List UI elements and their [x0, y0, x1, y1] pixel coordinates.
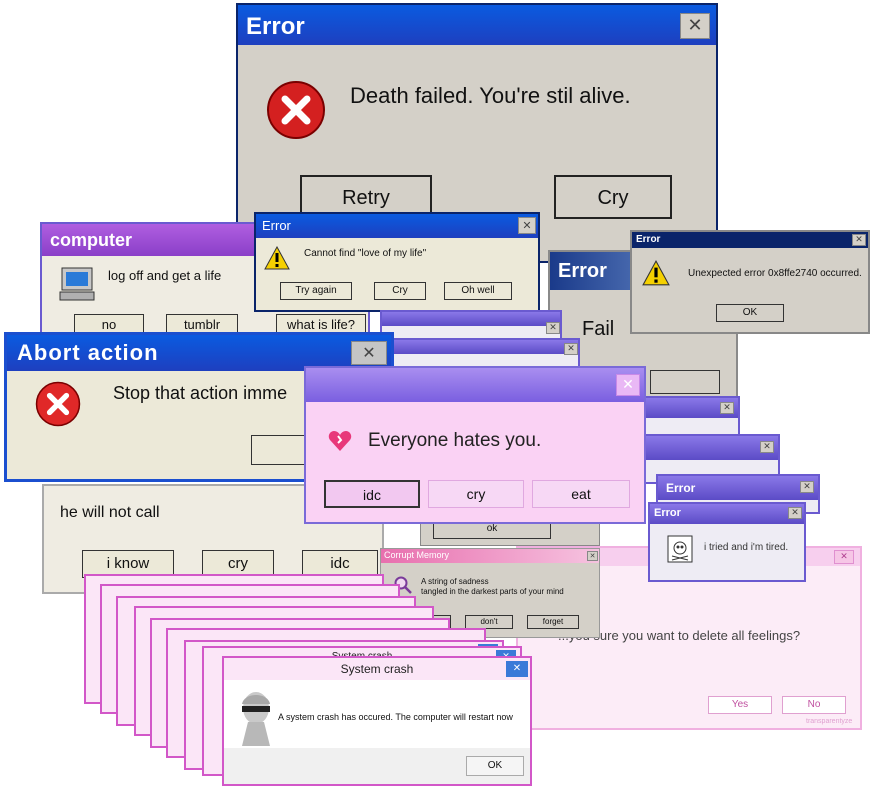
- love-close-button[interactable]: ✕: [518, 217, 536, 234]
- tried-title-1: Error: [666, 481, 696, 495]
- tried-title-2: Error: [654, 507, 681, 519]
- feelings-close-button[interactable]: ✕: [834, 550, 854, 564]
- crash-message: A system crash has occured. The computer…: [278, 712, 513, 722]
- unexpected-error-window: Error ✕ Unexpected error 0x8ffe2740 occu…: [630, 230, 870, 334]
- call-message: he will not call: [60, 504, 160, 521]
- warning-icon: [642, 260, 670, 286]
- statue-image: [234, 688, 278, 748]
- stack-window-2: ✕: [380, 338, 580, 368]
- hates-idc-button[interactable]: idc: [324, 480, 420, 508]
- crash-title-bar: System crash: [224, 658, 530, 680]
- corrupt-line-1: A string of sadness: [421, 577, 489, 586]
- unexpected-message: Unexpected error 0x8ffe2740 occurred.: [688, 268, 862, 279]
- try-again-button[interactable]: Try again: [280, 282, 352, 300]
- close-icon[interactable]: ✕: [800, 481, 814, 493]
- love-title-bar: Error: [256, 214, 538, 238]
- hates-message: Everyone hates you.: [368, 430, 542, 451]
- tried-title-bar-2: Error: [650, 504, 804, 524]
- hates-close-button[interactable]: ✕: [616, 374, 640, 396]
- stack-window-1: ✕: [380, 310, 562, 340]
- close-icon[interactable]: ✕: [546, 322, 560, 334]
- hates-window: ✕ Everyone hates you. idc cry eat: [304, 366, 646, 524]
- feelings-no-button[interactable]: No: [782, 696, 846, 714]
- abort-title: Abort action: [17, 340, 159, 365]
- fail-message: Fail: [582, 318, 615, 340]
- hates-cry-button[interactable]: cry: [428, 480, 524, 508]
- abort-close-button[interactable]: ✕: [351, 341, 387, 365]
- error-icon: [35, 381, 81, 427]
- corrupt-title-bar: Corrupt Memory: [381, 549, 599, 563]
- forget-button[interactable]: forget: [527, 615, 579, 629]
- warning-icon: [264, 246, 290, 270]
- tried-message: i tried and i'm tired.: [704, 542, 789, 553]
- hates-eat-button[interactable]: eat: [532, 480, 630, 508]
- hates-title-bar: [306, 368, 644, 402]
- abort-message: Stop that action imme: [113, 383, 288, 403]
- crash-title: System crash: [340, 662, 414, 676]
- unexpected-title: Error: [636, 234, 661, 245]
- unexpected-title-bar: Error: [632, 232, 868, 248]
- close-icon[interactable]: ✕: [564, 343, 578, 355]
- skull-icon: [667, 535, 693, 563]
- death-title: Error: [246, 13, 305, 40]
- close-icon[interactable]: ✕: [720, 402, 734, 414]
- love-title: Error: [262, 218, 291, 233]
- fail-title: Error: [558, 260, 607, 282]
- death-title-bar: Error: [238, 5, 716, 45]
- dont-button[interactable]: don't: [465, 615, 513, 629]
- tried-title-bar-1: Error: [658, 476, 818, 500]
- oh-well-button[interactable]: Oh well: [444, 282, 512, 300]
- death-message: Death failed. You're stil alive.: [350, 83, 631, 108]
- computer-title: computer: [50, 230, 133, 250]
- crash-close-button[interactable]: ✕: [506, 661, 528, 677]
- unexpected-close-button[interactable]: ✕: [852, 234, 866, 246]
- tried-close-button[interactable]: ✕: [788, 507, 802, 519]
- crash-window: System crash ✕ A system crash has occure…: [222, 656, 532, 786]
- feelings-yes-button[interactable]: Yes: [708, 696, 772, 714]
- love-message: Cannot find "love of my life": [304, 248, 427, 259]
- corrupt-title: Corrupt Memory: [384, 550, 450, 560]
- close-icon[interactable]: ✕: [760, 441, 774, 453]
- love-cry-button[interactable]: Cry: [374, 282, 426, 300]
- fail-button[interactable]: [650, 370, 720, 394]
- crash-ok-button[interactable]: OK: [466, 756, 524, 776]
- death-close-button[interactable]: ✕: [680, 13, 710, 39]
- corrupt-close-button[interactable]: ✕: [587, 551, 598, 561]
- feelings-watermark: transparentyze: [806, 718, 853, 725]
- cry-button[interactable]: Cry: [554, 175, 672, 219]
- computer-icon: [59, 267, 95, 301]
- love-error-window: Error ✕ Cannot find "love of my life" Tr…: [254, 212, 540, 312]
- unexpected-ok-button[interactable]: OK: [716, 304, 784, 322]
- tried-window: Error ✕ i tried and i'm tired.: [648, 502, 806, 582]
- heart-icon: [328, 431, 352, 451]
- corrupt-line-2: tangled in the darkest parts of your min…: [421, 587, 564, 596]
- error-icon: [267, 81, 325, 139]
- computer-message: log off and get a life: [108, 268, 222, 283]
